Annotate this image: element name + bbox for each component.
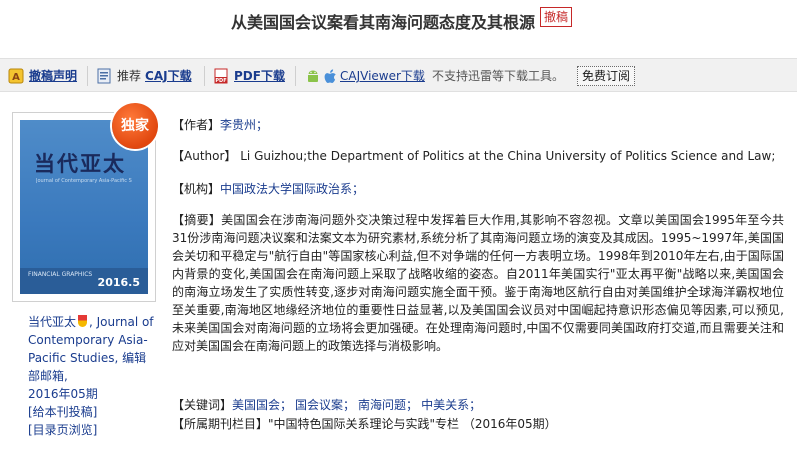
pdf-download-item[interactable]: PDF PDF下载 [213,67,285,85]
author-link[interactable]: 李贵州； [220,118,268,132]
column-label: 【所属期刊栏目】 [172,417,269,431]
toolbar-divider [87,66,88,86]
cover-label: FINANCIAL GRAPHICS [28,271,93,278]
page-title: 从美国国会议案看其南海问题态度及其根源 [231,13,536,32]
caj-viewer-link[interactable]: CAJViewer下载 [340,67,425,85]
svg-text:A: A [12,72,20,83]
journal-name-cn[interactable]: 当代亚太 [28,315,76,329]
pdf-icon: PDF [213,68,229,84]
android-icon [305,68,321,84]
abstract-text: 美国国会在涉南海问题外交决策过程中发挥着巨大作用,其影响不容忽视。文章以美国国会… [172,213,784,353]
cover-subtitle: Journal of Contemporary Asia-Pacific Stu… [36,178,132,184]
column-row: 【所属期刊栏目】"中国特色国际关系理论与实践"专栏 （2016年05期） [172,416,784,432]
author-label: 【作者】 [172,118,221,132]
retract-notice-icon: A [8,68,24,84]
keyword-link[interactable]: 国会议案； [295,398,355,412]
keyword-link[interactable]: 中美关系； [421,398,481,412]
caj-download-link[interactable]: CAJ下载 [145,67,192,85]
abstract-row: 【摘要】美国国会在涉南海问题外交决策过程中发挥着巨大作用,其影响不容忽视。文章以… [172,211,784,355]
toolbar-divider [295,66,296,86]
caj-download-item[interactable]: 推荐 CAJ下载 [96,67,192,85]
toc-link[interactable]: [目录页浏览] [28,423,97,437]
no-thunder-text: 不支持迅雷等下载工具。 [432,69,565,83]
author-en-row: 【Author】 Li Guizhou;the Department of Po… [172,148,784,164]
keyword-link[interactable]: 美国国会； [232,398,292,412]
no-thunder-note: 不支持迅雷等下载工具。 [432,67,564,85]
medal-icon [78,315,88,327]
retract-notice-link[interactable]: 撤稿声明 [29,67,77,85]
retract-notice-item[interactable]: A 撤稿声明 [8,67,77,85]
recommend-label: 推荐 [117,69,142,83]
caj-icon [96,68,112,84]
journal-info: 当代亚太, Journal of Contemporary Asia-Pacif… [28,313,158,439]
cover-issue: 2016.5 [97,276,140,289]
pdf-download-link[interactable]: PDF下载 [234,67,285,85]
cover-title: 当代亚太 [34,151,126,176]
title-bar: 从美国国会议案看其南海问题态度及其根源 撤稿 [0,0,797,52]
author-row: 【作者】李贵州； [172,117,784,133]
subscribe-button[interactable]: 免费订阅 [577,66,635,86]
toolbar: A 撤稿声明 推荐 CAJ下载 PDF PDF下载 CAJViewer下载 不支… [0,58,797,92]
column-value: "中国特色国际关系理论与实践"专栏 （2016年05期） [268,417,557,431]
org-label: 【机构】 [172,182,221,196]
author-en-value: Li Guizhou;the Department of Politics at… [240,149,776,163]
toolbar-divider [204,66,205,86]
abstract-label: 【摘要】 [172,213,222,227]
org-link[interactable]: 中国政法大学国际政治系； [220,182,364,196]
keyword-link[interactable]: 南海问题； [358,398,418,412]
org-row: 【机构】中国政法大学国际政治系； [172,181,784,197]
svg-text:PDF: PDF [215,78,226,84]
journal-issue[interactable]: 2016年05期 [28,387,98,401]
submit-link[interactable]: [给本刊投稿] [28,405,97,419]
apple-icon [323,68,339,84]
author-en-label: 【Author】 [172,149,237,163]
keywords-label: 【关键词】 [172,398,233,412]
retract-badge[interactable]: 撤稿 [540,7,573,27]
keywords-row: 【关键词】美国国会； 国会议案； 南海问题； 中美关系； [172,397,784,413]
exclusive-badge: 独家 [112,103,158,149]
caj-viewer-item[interactable]: CAJViewer下载 [305,67,425,85]
